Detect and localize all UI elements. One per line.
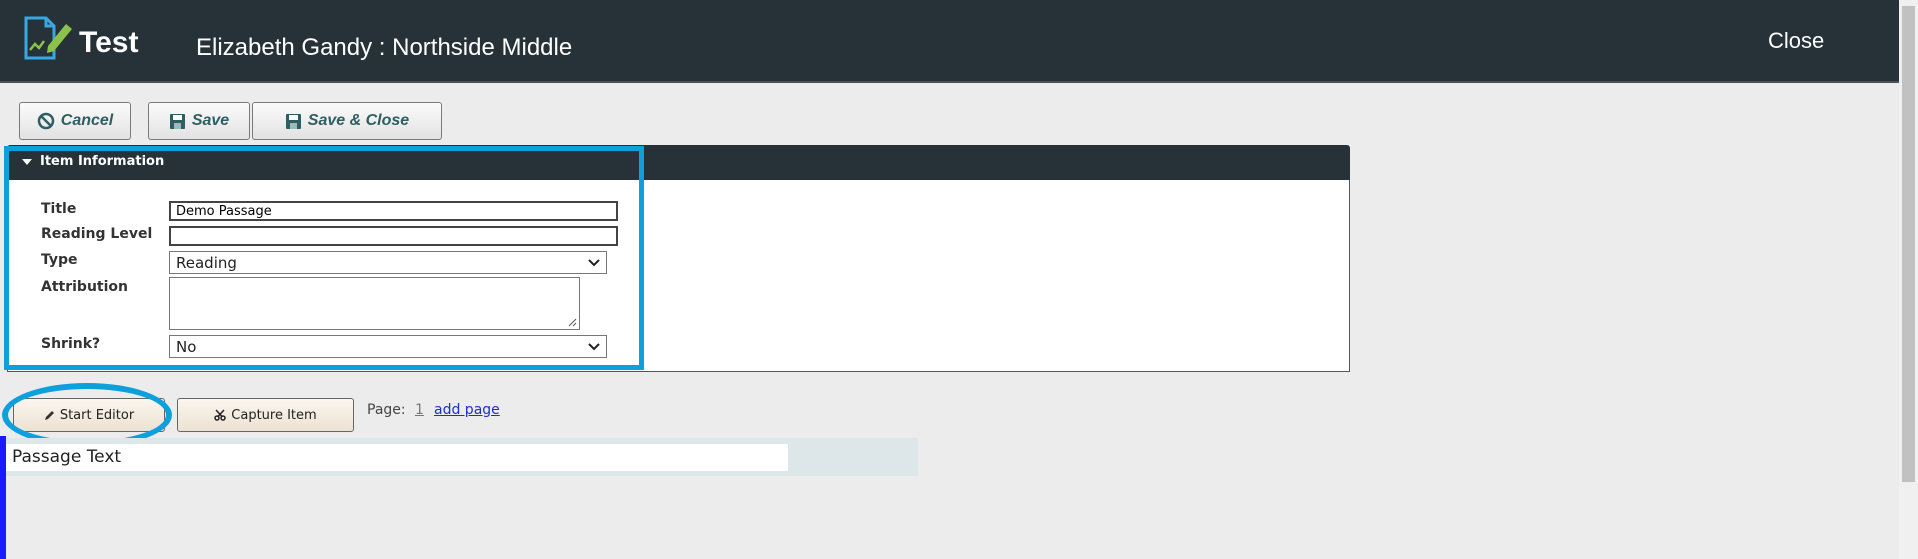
- page-label: Page:: [367, 402, 406, 418]
- cancel-icon: [37, 112, 55, 130]
- attribution-textarea[interactable]: [169, 277, 580, 330]
- save-and-close-button[interactable]: Save & Close: [252, 102, 442, 140]
- save-and-close-label: Save & Close: [307, 112, 410, 129]
- close-button[interactable]: Close: [1768, 28, 1824, 54]
- passage-text-field[interactable]: Passage Text: [5, 444, 788, 471]
- pencil-icon: [44, 410, 54, 420]
- save-label: Save: [191, 112, 230, 129]
- start-editor-label: Start Editor: [59, 407, 135, 423]
- app-title: Test: [79, 26, 139, 59]
- reading-level-label: Reading Level: [41, 226, 153, 242]
- type-label: Type: [41, 252, 78, 268]
- type-selected-value: Reading: [176, 253, 237, 272]
- cancel-button[interactable]: Cancel: [19, 102, 131, 140]
- save-button[interactable]: Save: [148, 102, 250, 140]
- document-edit-icon: [24, 16, 72, 60]
- floppy-disk-icon: [285, 113, 301, 129]
- start-editor-button[interactable]: Start Editor: [13, 398, 165, 432]
- page-heading: Elizabeth Gandy : Northside Middle: [196, 34, 573, 61]
- item-information-header[interactable]: Item Information: [7, 145, 1350, 180]
- caret-down-icon: [22, 159, 32, 165]
- shrink-selected-value: No: [176, 337, 197, 356]
- top-header: Test Elizabeth Gandy : Northside Middle …: [0, 0, 1899, 83]
- chevron-down-icon: [588, 342, 600, 350]
- attribution-label: Attribution: [41, 279, 128, 295]
- shrink-select[interactable]: No: [169, 335, 607, 358]
- title-input[interactable]: [169, 201, 618, 221]
- add-page-link[interactable]: add page: [434, 402, 500, 418]
- chevron-down-icon: [588, 258, 600, 266]
- capture-item-label: Capture Item: [231, 407, 317, 423]
- scrollbar-thumb[interactable]: [1902, 6, 1915, 482]
- left-edge-bar: [0, 436, 6, 559]
- shrink-label: Shrink?: [41, 336, 101, 352]
- resize-handle-icon[interactable]: [568, 318, 577, 327]
- floppy-disk-icon: [169, 113, 185, 129]
- capture-item-button[interactable]: Capture Item: [177, 398, 354, 432]
- page-link-1[interactable]: 1: [415, 402, 424, 418]
- type-select[interactable]: Reading: [169, 251, 607, 274]
- reading-level-input[interactable]: [169, 226, 618, 246]
- title-label: Title: [41, 201, 77, 217]
- scissors-icon: [214, 409, 227, 421]
- cancel-label: Cancel: [60, 112, 114, 129]
- section-title: Item Information: [40, 154, 165, 169]
